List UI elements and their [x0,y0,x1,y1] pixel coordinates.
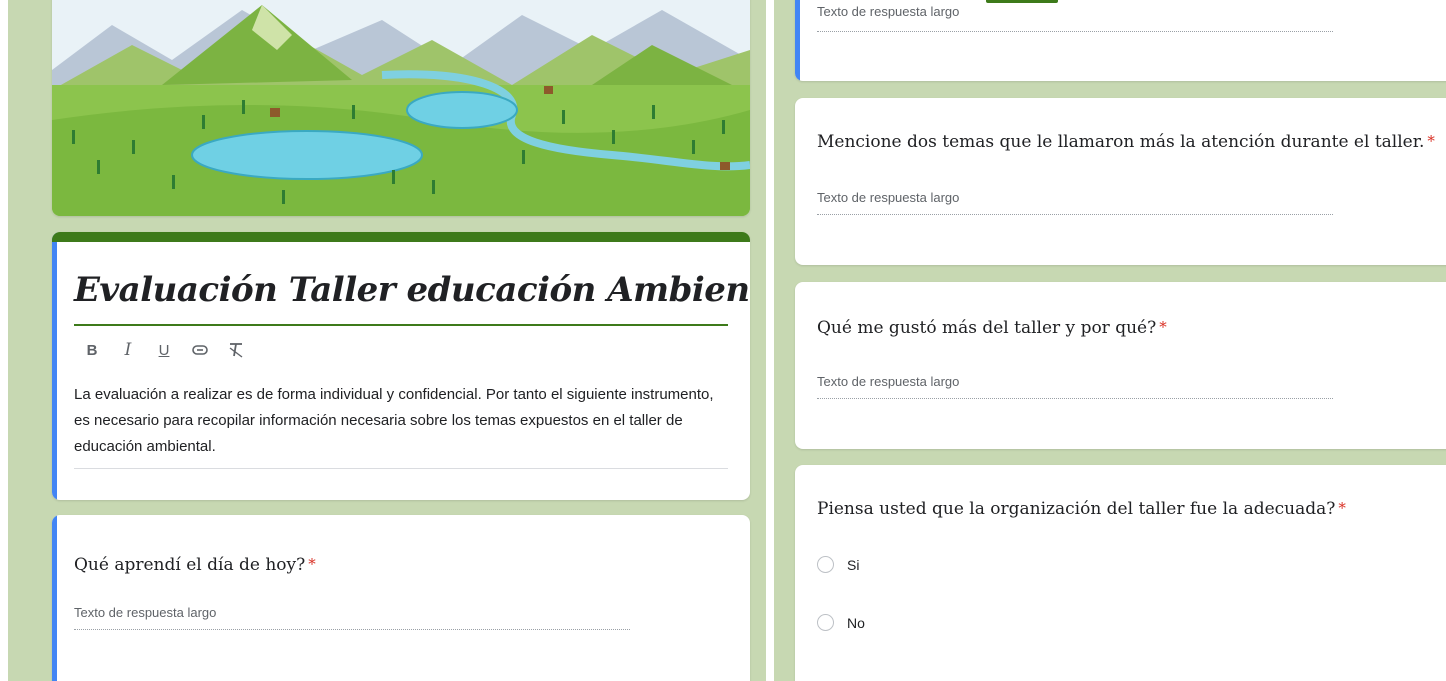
radio-option-si[interactable]: Si [817,556,859,573]
formatting-toolbar: B I U [82,338,246,362]
long-answer-placeholder: Texto de respuesta largo [74,605,217,620]
italic-button[interactable]: I [118,339,138,361]
question-card-partial[interactable]: Texto de respuesta largo [795,0,1446,81]
title-underline [74,324,728,326]
left-panel: Evaluación Taller educación Ambiental. B… [8,0,766,681]
question-card[interactable]: Piensa usted que la organización del tal… [795,465,1446,681]
link-icon[interactable] [190,339,210,361]
question-title: Mencione dos temas que le llamaron más l… [817,132,1435,152]
tab-indicator [986,0,1058,3]
form-description[interactable]: La evaluación a realizar es de forma ind… [74,382,728,460]
required-asterisk: * [1427,132,1435,150]
radio-button-icon[interactable] [817,614,834,631]
question-title: Piensa usted que la organización del tal… [817,499,1346,519]
radio-option-label: No [847,614,865,631]
radio-option-no[interactable]: No [817,614,865,631]
required-asterisk: * [1159,318,1167,336]
question-card[interactable]: Mencione dos temas que le llamaron más l… [795,98,1446,265]
clear-format-icon[interactable] [226,339,246,361]
radio-option-label: Si [847,556,860,573]
question-title: Qué me gustó más del taller y por qué? * [817,318,1167,338]
required-asterisk: * [308,555,316,573]
long-answer-placeholder: Texto de respuesta largo [817,374,960,389]
question-card[interactable]: Qué aprendí el día de hoy? * Texto de res… [52,515,750,681]
required-asterisk: * [1338,499,1346,517]
answer-underline [817,31,1333,32]
answer-underline [817,214,1333,215]
question-title: Qué aprendí el día de hoy? * [74,555,316,575]
form-color-header [52,232,750,242]
radio-button-icon[interactable] [817,556,834,573]
bold-button[interactable]: B [82,339,102,361]
long-answer-placeholder: Texto de respuesta largo [817,4,960,19]
header-banner-image [52,0,750,216]
answer-underline [817,398,1333,399]
underline-button[interactable]: U [154,339,174,361]
landscape-illustration [52,0,750,216]
form-title-card: Evaluación Taller educación Ambiental. B… [52,232,750,500]
answer-underline [74,629,630,630]
form-title[interactable]: Evaluación Taller educación Ambiental. [74,270,750,310]
long-answer-placeholder: Texto de respuesta largo [817,190,960,205]
right-panel: Texto de respuesta largo Mencione dos te… [774,0,1446,681]
question-card[interactable]: Qué me gustó más del taller y por qué? * … [795,282,1446,449]
description-underline [74,468,728,469]
